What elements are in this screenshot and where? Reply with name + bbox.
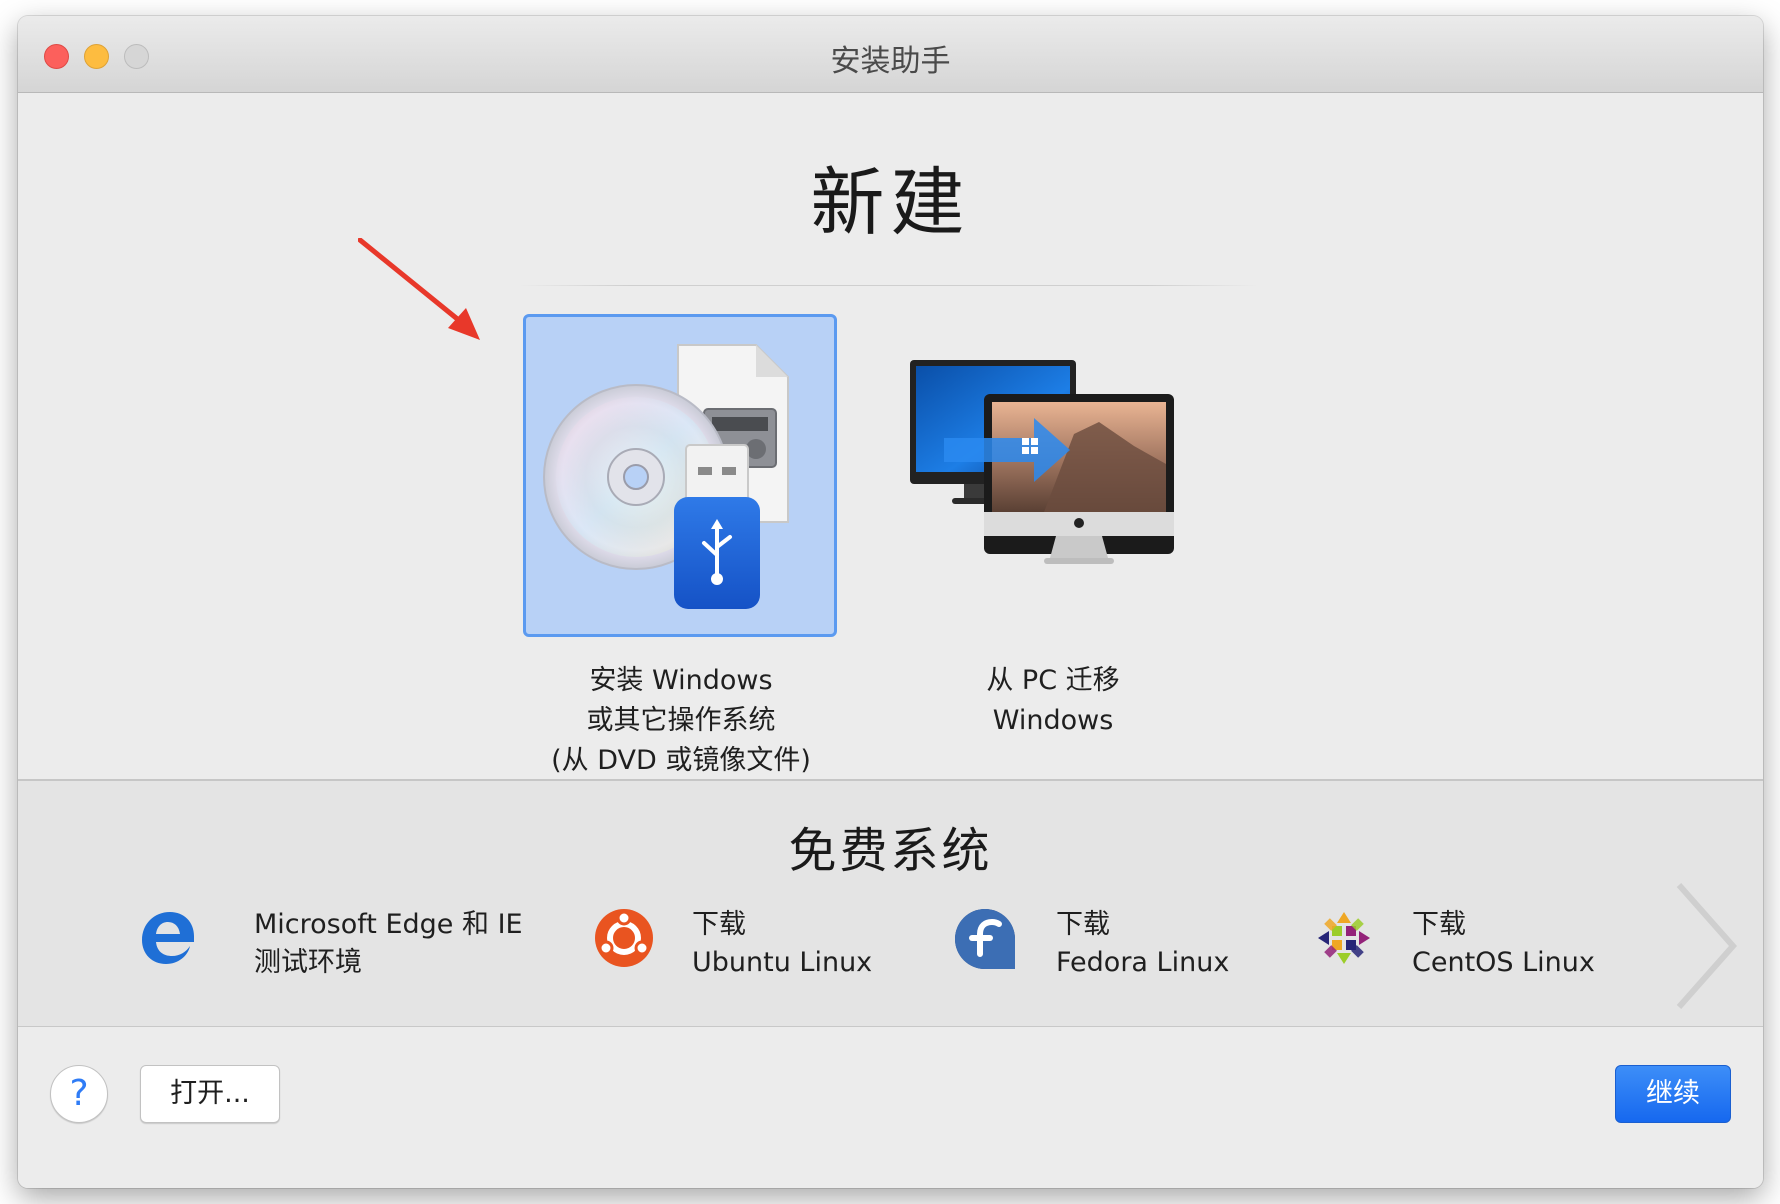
heading-divider	[518, 285, 1258, 286]
chevron-right-icon[interactable]	[1671, 881, 1741, 1011]
centos-line1: 下载	[1412, 909, 1466, 940]
fedora-line1: 下载	[1056, 909, 1110, 940]
fedora-text: 下载 Fedora Linux	[1056, 906, 1229, 982]
ubuntu-line1: 下载	[692, 909, 746, 940]
install-windows-label: 安装 Windows 或其它操作系统 (从 DVD 或镜像文件)	[491, 661, 871, 781]
edge-icon	[142, 912, 194, 964]
migrate-label-line: Windows	[992, 705, 1114, 736]
centos-icon	[1318, 912, 1370, 964]
ubuntu-line2: Ubuntu Linux	[692, 947, 873, 978]
ubuntu-icon	[595, 909, 653, 967]
migrate-pc-icon	[910, 360, 1174, 564]
install-windows-option[interactable]	[523, 314, 837, 637]
migrate-from-pc-label: 从 PC 迁移 Windows	[873, 661, 1233, 741]
fedora-line2: Fedora Linux	[1056, 947, 1230, 978]
install-media-icon	[543, 344, 789, 609]
installation-assistant-window: 安装助手 新建 安装 Windows 或其它操作系统 (从 DVD 或镜像文件)…	[18, 16, 1763, 1188]
new-vm-panel: 新建 安装 Windows 或其它操作系统 (从 DVD 或镜像文件) 从 PC…	[18, 93, 1763, 781]
annotation-arrow-icon	[358, 238, 480, 340]
new-heading: 新建	[810, 160, 971, 246]
free-systems-panel: 免费系统 Microsoft Edge 和 IE 测试环境 下载 Ubuntu …	[18, 781, 1763, 1027]
help-button[interactable]: ?	[50, 1065, 108, 1123]
footer-bar: ? 打开... 继续	[18, 1027, 1763, 1188]
fedora-icon	[955, 909, 1015, 969]
migrate-label-line: 从 PC 迁移	[986, 665, 1120, 696]
edge-ie-line2: 测试环境	[254, 947, 362, 978]
edge-ie-text: Microsoft Edge 和 IE 测试环境	[254, 906, 523, 982]
centos-text: 下载 CentOS Linux	[1412, 906, 1595, 982]
ubuntu-text: 下载 Ubuntu Linux	[692, 906, 872, 982]
install-windows-label-line: (从 DVD 或镜像文件)	[551, 745, 811, 776]
open-button[interactable]: 打开...	[140, 1065, 280, 1123]
migrate-from-pc-option[interactable]	[884, 314, 1198, 637]
window-title: 安装助手	[830, 44, 951, 79]
continue-button[interactable]: 继续	[1615, 1065, 1731, 1123]
edge-ie-line1: Microsoft Edge 和 IE	[254, 909, 523, 940]
install-windows-label-line: 安装 Windows	[589, 665, 773, 696]
title-bar: 安装助手	[18, 16, 1763, 93]
install-windows-label-line: 或其它操作系统	[586, 705, 776, 736]
centos-line2: CentOS Linux	[1412, 947, 1595, 978]
free-systems-heading: 免费系统	[788, 823, 993, 879]
